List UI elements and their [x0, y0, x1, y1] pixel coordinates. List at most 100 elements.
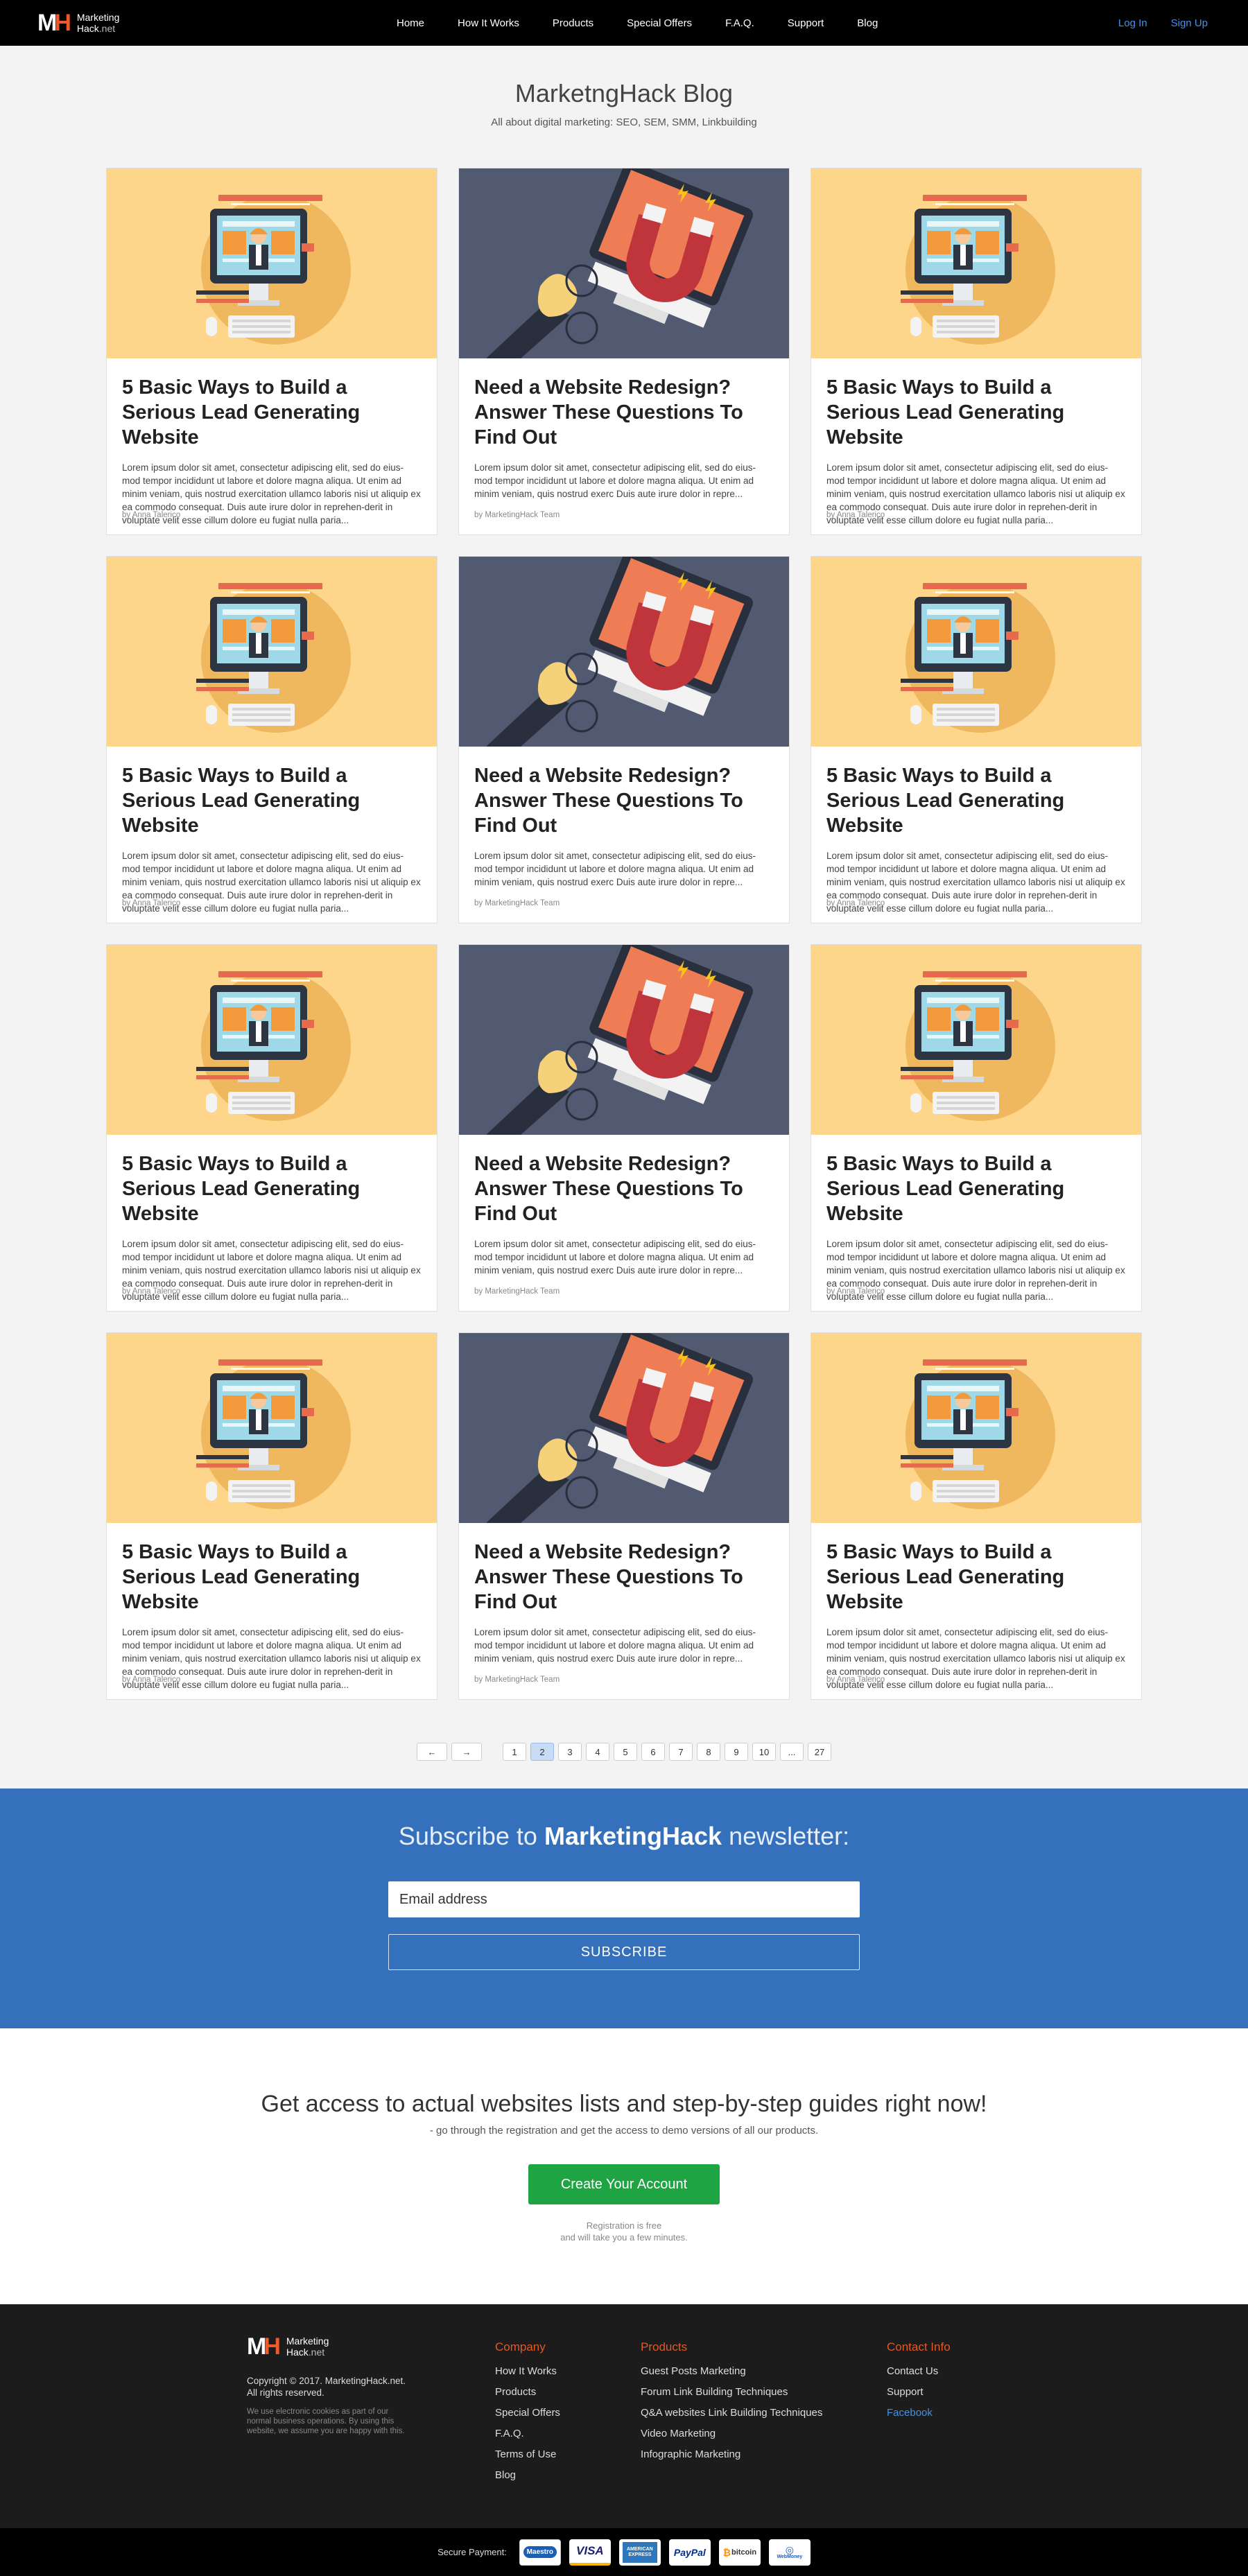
- footer-link-forum-link-building[interactable]: Forum Link Building Techniques: [641, 2382, 822, 2403]
- footer-logo-text: Marketing Hack.net: [286, 2335, 329, 2358]
- footer-link-special-offers[interactable]: Special Offers: [495, 2403, 560, 2423]
- nav-faq[interactable]: F.A.Q.: [709, 17, 771, 29]
- post-image[interactable]: [811, 945, 1141, 1135]
- top-navbar: MH Marketing Hack.net Home How It Works …: [0, 0, 1248, 46]
- post-title[interactable]: 5 Basic Ways to Build a Serious Lead Gen…: [122, 763, 422, 838]
- nav-how-it-works[interactable]: How It Works: [441, 17, 536, 29]
- cta-subtitle: - go through the registration and get th…: [429, 2125, 819, 2136]
- post-author: by Anna Talerico: [826, 1676, 885, 1684]
- post-card[interactable]: 5 Basic Ways to Build a Serious Lead Gen…: [106, 944, 437, 1312]
- post-image[interactable]: [459, 168, 789, 358]
- post-author: by MarketingHack Team: [474, 1676, 560, 1684]
- page-button[interactable]: 5: [614, 1743, 637, 1761]
- footer-logo-line2: Hack: [286, 2347, 309, 2358]
- footer-link-faq[interactable]: F.A.Q.: [495, 2423, 560, 2444]
- footer-link-how-it-works[interactable]: How It Works: [495, 2361, 560, 2382]
- newsletter-section: Subscribe to MarketingHack newsletter: E…: [0, 1789, 1248, 2028]
- footer-company-title: Company: [495, 2340, 546, 2353]
- post-image[interactable]: [107, 945, 437, 1135]
- nav-home[interactable]: Home: [380, 17, 441, 29]
- pagination: ← → 1 2 3 4 5 6 7 8 9 10... 27: [0, 1700, 1248, 1789]
- nav-special-offers[interactable]: Special Offers: [610, 17, 709, 29]
- footer-link-products[interactable]: Products: [495, 2382, 560, 2403]
- newsletter-title: Subscribe to MarketingHack newsletter:: [0, 1822, 1248, 1851]
- post-title[interactable]: 5 Basic Ways to Build a Serious Lead Gen…: [826, 763, 1126, 838]
- post-card[interactable]: 5 Basic Ways to Build a Serious Lead Gen…: [106, 1332, 437, 1700]
- page-button[interactable]: 6: [641, 1743, 665, 1761]
- post-title[interactable]: Need a Website Redesign? Answer These Qu…: [474, 763, 774, 838]
- post-image[interactable]: [811, 168, 1141, 358]
- post-author: by Anna Talerico: [826, 511, 885, 519]
- subscribe-button[interactable]: SUBSCRIBE: [388, 1934, 860, 1970]
- post-title[interactable]: 5 Basic Ways to Build a Serious Lead Gen…: [826, 1151, 1126, 1226]
- footer-contact-column: Contact Info Contact Us Support Facebook: [887, 2340, 951, 2423]
- post-title[interactable]: 5 Basic Ways to Build a Serious Lead Gen…: [122, 375, 422, 450]
- footer-link-facebook[interactable]: Facebook: [887, 2403, 951, 2423]
- page-button[interactable]: 7: [669, 1743, 693, 1761]
- prev-page-button[interactable]: ←: [417, 1743, 447, 1761]
- nav-blog[interactable]: Blog: [840, 17, 894, 29]
- page-button[interactable]: 10: [752, 1743, 776, 1761]
- footer-link-support[interactable]: Support: [887, 2382, 951, 2403]
- post-image[interactable]: [811, 1333, 1141, 1523]
- email-field[interactable]: Email address: [388, 1881, 860, 1917]
- post-card[interactable]: Need a Website Redesign? Answer These Qu…: [458, 944, 790, 1312]
- cta-note-line1: Registration is free: [586, 2220, 662, 2231]
- create-account-button[interactable]: Create Your Account: [528, 2164, 720, 2204]
- bitcoin-icon: ₿ bitcoin: [718, 2539, 761, 2566]
- post-card[interactable]: 5 Basic Ways to Build a Serious Lead Gen…: [106, 168, 437, 535]
- post-card[interactable]: Need a Website Redesign? Answer These Qu…: [458, 556, 790, 923]
- post-title[interactable]: 5 Basic Ways to Build a Serious Lead Gen…: [122, 1540, 422, 1615]
- page-button[interactable]: 2: [530, 1743, 554, 1761]
- auth-links: Log In Sign Up: [1118, 0, 1208, 46]
- post-image[interactable]: [107, 1333, 437, 1523]
- page-button[interactable]: 27: [808, 1743, 831, 1761]
- login-link[interactable]: Log In: [1118, 17, 1147, 29]
- nav-products[interactable]: Products: [536, 17, 610, 29]
- nav-support[interactable]: Support: [771, 17, 841, 29]
- signup-cta-section: Get access to actual websites lists and …: [0, 2028, 1248, 2304]
- site-logo[interactable]: MH Marketing Hack.net: [37, 11, 119, 35]
- page-button[interactable]: 3: [558, 1743, 582, 1761]
- page-button[interactable]: 8: [697, 1743, 720, 1761]
- post-image[interactable]: [459, 557, 789, 747]
- post-image[interactable]: [459, 1333, 789, 1523]
- footer-products-title: Products: [641, 2340, 688, 2353]
- post-card[interactable]: 5 Basic Ways to Build a Serious Lead Gen…: [811, 944, 1142, 1312]
- post-card[interactable]: Need a Website Redesign? Answer These Qu…: [458, 1332, 790, 1700]
- footer-link-contact-us[interactable]: Contact Us: [887, 2361, 951, 2382]
- footer-link-video-marketing[interactable]: Video Marketing: [641, 2423, 822, 2444]
- post-body: 5 Basic Ways to Build a Serious Lead Gen…: [811, 1135, 1141, 1303]
- post-excerpt: Lorem ipsum dolor sit amet, consectetur …: [474, 1239, 756, 1276]
- post-title[interactable]: Need a Website Redesign? Answer These Qu…: [474, 1151, 774, 1226]
- footer-link-infographic-marketing[interactable]: Infographic Marketing: [641, 2444, 822, 2465]
- post-title[interactable]: Need a Website Redesign? Answer These Qu…: [474, 1540, 774, 1615]
- footer-logo-tld: .net: [308, 2347, 325, 2358]
- post-image[interactable]: [459, 945, 789, 1135]
- post-card[interactable]: 5 Basic Ways to Build a Serious Lead Gen…: [811, 556, 1142, 923]
- post-image[interactable]: [107, 168, 437, 358]
- post-title[interactable]: 5 Basic Ways to Build a Serious Lead Gen…: [826, 375, 1126, 450]
- page-button[interactable]: 4: [586, 1743, 609, 1761]
- post-card[interactable]: 5 Basic Ways to Build a Serious Lead Gen…: [811, 1332, 1142, 1700]
- footer-link-qa-link-building[interactable]: Q&A websites Link Building Techniques: [641, 2403, 822, 2423]
- copyright-line2: All rights reserved.: [247, 2387, 324, 2398]
- post-card[interactable]: Need a Website Redesign? Answer These Qu…: [458, 168, 790, 535]
- post-title[interactable]: Need a Website Redesign? Answer These Qu…: [474, 375, 774, 450]
- post-image[interactable]: [811, 557, 1141, 747]
- footer-link-terms[interactable]: Terms of Use: [495, 2444, 560, 2465]
- next-page-button[interactable]: →: [451, 1743, 482, 1761]
- post-excerpt: Lorem ipsum dolor sit amet, consectetur …: [474, 1627, 756, 1664]
- post-author: by Anna Talerico: [826, 1287, 885, 1296]
- post-image[interactable]: [107, 557, 437, 747]
- post-title[interactable]: 5 Basic Ways to Build a Serious Lead Gen…: [826, 1540, 1126, 1615]
- post-title[interactable]: 5 Basic Ways to Build a Serious Lead Gen…: [122, 1151, 422, 1226]
- post-card[interactable]: 5 Basic Ways to Build a Serious Lead Gen…: [811, 168, 1142, 535]
- footer-link-guest-posts[interactable]: Guest Posts Marketing: [641, 2361, 822, 2382]
- signup-link[interactable]: Sign Up: [1171, 17, 1208, 29]
- page-button[interactable]: 9: [725, 1743, 748, 1761]
- footer-logo[interactable]: MH Marketing Hack.net: [247, 2335, 406, 2358]
- post-card[interactable]: 5 Basic Ways to Build a Serious Lead Gen…: [106, 556, 437, 923]
- page-button[interactable]: 1: [503, 1743, 526, 1761]
- footer-link-blog[interactable]: Blog: [495, 2465, 560, 2486]
